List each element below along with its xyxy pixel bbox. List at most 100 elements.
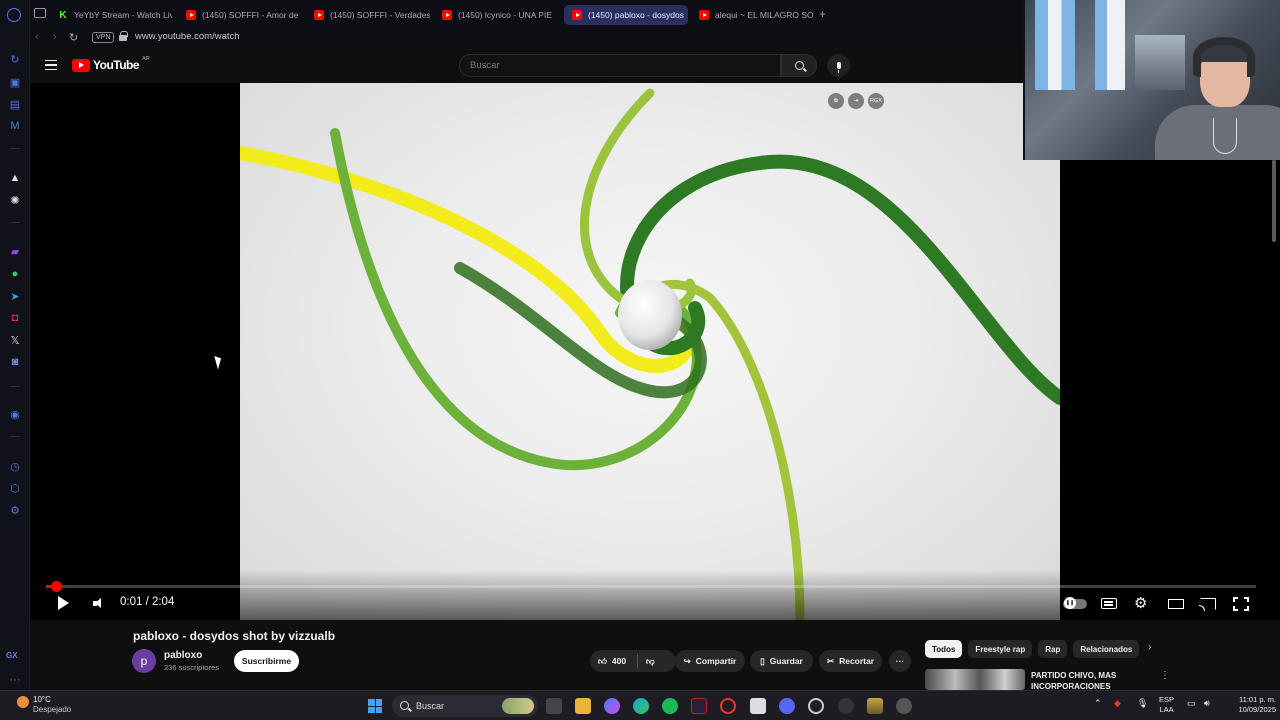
- discord-icon[interactable]: [779, 698, 795, 714]
- mail-icon[interactable]: M: [7, 118, 23, 134]
- telegram-icon[interactable]: ➤: [7, 288, 23, 304]
- page-scrollbar[interactable]: [1272, 160, 1276, 242]
- clock-icon[interactable]: ◷: [7, 458, 23, 474]
- video-player[interactable]: ⧉ ⇥ RGX 0:01 / 2:04 ⚙: [30, 83, 1280, 620]
- video-frame[interactable]: ⧉ ⇥ RGX: [240, 83, 1060, 620]
- chip-freestyle-rap[interactable]: Freestyle rap: [968, 640, 1033, 658]
- chevron-up-icon[interactable]: ⌃: [1094, 698, 1102, 708]
- vpn-badge[interactable]: VPN: [92, 32, 115, 43]
- x-icon[interactable]: 𝕏: [7, 332, 23, 348]
- tab-menu-icon[interactable]: [34, 8, 46, 18]
- back-icon[interactable]: ‹: [35, 31, 39, 43]
- kebab-menu-icon[interactable]: ⋮: [1160, 670, 1170, 681]
- weather-temperature[interactable]: 10°C: [33, 695, 51, 704]
- discord-icon[interactable]: ◙: [7, 354, 23, 370]
- opera-logo-icon[interactable]: [7, 8, 21, 22]
- cast-icon[interactable]: [1199, 598, 1216, 611]
- like-button[interactable]: 👍︎ 400: [598, 656, 626, 667]
- menu-icon[interactable]: [45, 60, 57, 70]
- search-button[interactable]: [781, 54, 817, 77]
- login-icon[interactable]: ⇥: [848, 93, 864, 109]
- more-icon[interactable]: ···: [7, 672, 23, 688]
- reload-icon[interactable]: ↻: [69, 31, 78, 44]
- fullscreen-icon[interactable]: [1233, 597, 1249, 611]
- obs-icon[interactable]: [808, 698, 824, 714]
- microphone-icon: [836, 62, 841, 73]
- subscribe-button[interactable]: Suscribirme: [234, 650, 299, 672]
- clock[interactable]: 11:01 p. m. 10/09/2025: [1224, 695, 1276, 715]
- tray-app-icon[interactable]: ◆: [1114, 698, 1121, 708]
- new-tab-button[interactable]: +: [819, 7, 826, 21]
- opera-gx-icon[interactable]: [720, 698, 736, 714]
- channel-name[interactable]: pabloxo: [164, 650, 202, 661]
- like-dislike-group: 👍︎ 400 👎︎: [590, 650, 676, 672]
- bag-icon[interactable]: ▣: [7, 74, 23, 90]
- settings-icon[interactable]: ⚙: [7, 502, 23, 518]
- tab-5[interactable]: alequi ~ EL MILAGRO SO: [691, 5, 815, 25]
- chevron-right-icon[interactable]: ›: [1148, 642, 1151, 653]
- play-button[interactable]: [58, 596, 69, 610]
- chip-rap[interactable]: Rap: [1038, 640, 1068, 658]
- app-icon[interactable]: [838, 698, 854, 714]
- theater-mode-icon[interactable]: [1168, 599, 1184, 609]
- progress-bar[interactable]: [46, 581, 1256, 592]
- save-button[interactable]: ▯ Guardar: [750, 650, 813, 672]
- twitch-icon[interactable]: ▰: [7, 243, 23, 259]
- microphone-tray-icon[interactable]: 🎙︎: [1137, 698, 1148, 708]
- voice-search-button[interactable]: [827, 54, 850, 77]
- weather-icon[interactable]: [17, 696, 29, 708]
- store-icon[interactable]: [750, 698, 766, 714]
- cube-icon[interactable]: ⬡: [7, 480, 23, 496]
- tab-2[interactable]: (1450) SOFFFI - Verdades: [306, 5, 430, 25]
- youtube-logo[interactable]: YouTube AR: [72, 56, 150, 72]
- chip-relacionados[interactable]: Relacionados: [1073, 640, 1140, 658]
- clip-button[interactable]: ✂ Recortar: [819, 650, 882, 672]
- weather-condition[interactable]: Despejado: [33, 705, 71, 714]
- tab-0[interactable]: K YeYbY Stream - Watch Liv: [50, 5, 172, 25]
- search-input[interactable]: Buscar: [459, 54, 781, 77]
- chatgpt-icon[interactable]: ✺: [7, 192, 23, 208]
- tab-4-active[interactable]: (1450) pabloxo - dosydos: [564, 5, 688, 25]
- network-icon[interactable]: ▭: [1187, 698, 1196, 708]
- language-indicator[interactable]: ESP LAA: [1159, 695, 1174, 715]
- progress-scrubber[interactable]: [50, 581, 62, 592]
- player-icon[interactable]: ◉: [7, 406, 23, 422]
- rgx-icon[interactable]: RGX: [868, 93, 884, 109]
- lock-icon[interactable]: [119, 31, 128, 41]
- aria-icon[interactable]: ▲: [7, 170, 23, 186]
- edge-icon[interactable]: [633, 698, 649, 714]
- copy-icon[interactable]: ⧉: [828, 93, 844, 109]
- tab-3[interactable]: (1450) lcynico - UNA PIE: [434, 5, 558, 25]
- forward-icon[interactable]: ›: [53, 31, 57, 43]
- windows-start-icon[interactable]: [368, 699, 382, 713]
- search-icon: [794, 61, 804, 70]
- volume-icon[interactable]: [93, 598, 105, 610]
- volume-tray-icon[interactable]: 🔊︎: [1204, 698, 1210, 708]
- tab-1[interactable]: (1450) SOFFFI - Amor de: [178, 5, 300, 25]
- more-actions-button[interactable]: ···: [889, 650, 911, 672]
- recommendation-title[interactable]: PARTIDO CHIVO, MAS INCORPORACIONES: [1031, 670, 1151, 692]
- game-icon[interactable]: [867, 698, 883, 714]
- copilot-icon[interactable]: [604, 698, 620, 714]
- youtube-icon: [572, 10, 582, 20]
- time-display: 0:01 / 2:04: [120, 596, 175, 608]
- autoplay-toggle[interactable]: [1063, 597, 1087, 609]
- chip-todos[interactable]: Todos: [925, 640, 963, 658]
- share-button[interactable]: ↪ Compartir: [675, 650, 745, 672]
- task-view-icon[interactable]: [546, 698, 562, 714]
- channel-avatar[interactable]: p: [132, 649, 156, 673]
- taskbar-search[interactable]: Buscar: [392, 695, 538, 717]
- recommendation-thumbnail[interactable]: [925, 669, 1025, 690]
- url-field[interactable]: www.youtube.com/watch: [135, 31, 240, 42]
- spotify-icon[interactable]: [662, 698, 678, 714]
- instagram-icon[interactable]: ◘: [7, 310, 23, 326]
- subtitles-icon[interactable]: [1101, 598, 1117, 609]
- whatsapp-icon[interactable]: ●: [7, 266, 23, 282]
- settings-gear-icon[interactable]: ⚙: [1134, 596, 1150, 611]
- file-explorer-icon[interactable]: [575, 698, 591, 714]
- app-icon[interactable]: [691, 698, 707, 714]
- settings-icon[interactable]: [896, 698, 912, 714]
- history-icon[interactable]: ↻: [7, 51, 23, 67]
- tab-icon[interactable]: ▤: [7, 96, 23, 112]
- dislike-button[interactable]: 👎︎: [646, 656, 655, 667]
